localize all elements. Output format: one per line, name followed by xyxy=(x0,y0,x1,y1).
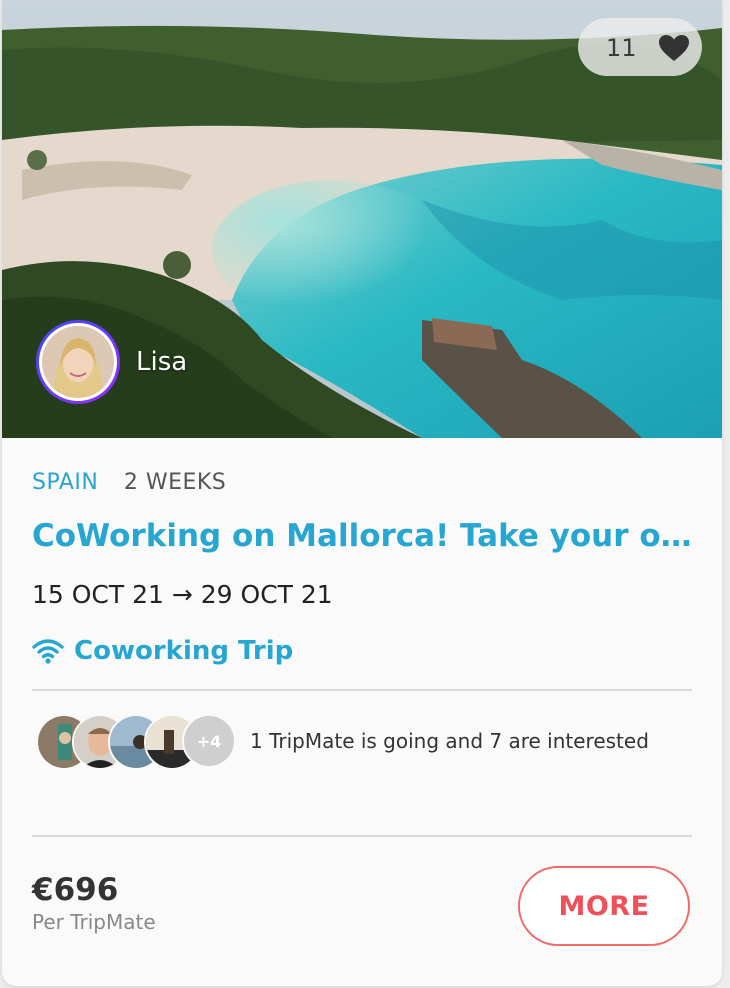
wifi-icon xyxy=(32,639,64,664)
like-count: 11 xyxy=(606,34,637,62)
trip-title[interactable]: CoWorking on Mallorca! Take your office … xyxy=(32,518,692,554)
host-avatar[interactable] xyxy=(36,320,120,404)
trip-cover-image[interactable]: 11 Lisa xyxy=(2,0,722,438)
trip-card[interactable]: 11 Lisa SPAIN 2 WEEKS CoWorking on Mallo… xyxy=(2,0,722,986)
host-photo xyxy=(42,326,114,398)
tripmates[interactable]: +4 1 TripMate is going and 7 are interes… xyxy=(36,714,649,770)
heart-icon[interactable] xyxy=(658,34,690,62)
trip-meta: SPAIN 2 WEEKS xyxy=(32,470,226,495)
price-unit: Per TripMate xyxy=(32,910,156,934)
like-counter[interactable]: 11 xyxy=(578,18,702,76)
trip-type: Coworking Trip xyxy=(32,636,293,666)
more-button[interactable]: MORE xyxy=(518,866,690,946)
divider xyxy=(32,689,692,691)
trip-dates: 15 OCT 21 → 29 OCT 21 xyxy=(32,580,333,609)
trip-country: SPAIN xyxy=(32,470,99,495)
host[interactable]: Lisa xyxy=(36,320,187,404)
divider xyxy=(32,835,692,837)
trip-price: €696 xyxy=(32,872,119,908)
tripmates-more-badge[interactable]: +4 xyxy=(182,714,236,768)
host-name[interactable]: Lisa xyxy=(136,347,187,377)
tripmate-avatars[interactable]: +4 xyxy=(36,714,240,770)
trip-type-label: Coworking Trip xyxy=(74,636,294,666)
tripmates-summary: 1 TripMate is going and 7 are interested xyxy=(250,729,649,753)
trip-duration: 2 WEEKS xyxy=(123,470,227,495)
